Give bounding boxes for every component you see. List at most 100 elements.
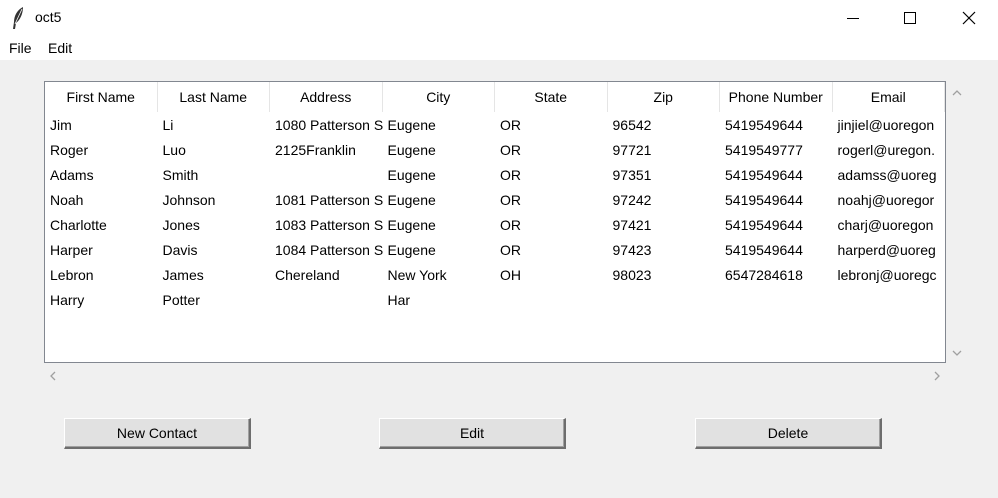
cell-phone: 5419549644 [725, 242, 803, 258]
table-row[interactable]: Roger Luo 2125Franklin Eugene OR 97721 5… [45, 138, 945, 163]
cell-address: 1084 Patterson St [275, 242, 383, 258]
cell-zip: 97423 [612, 242, 652, 258]
cell-address: 1083 Patterson St [275, 217, 383, 233]
cell-email: rogerl@uregon. [837, 142, 936, 158]
cell-address: 1081 Patterson St [275, 192, 383, 208]
menu-bar: File Edit [0, 36, 998, 60]
cell-email: harperd@uoreg [837, 242, 936, 258]
cell-zip: 97351 [612, 167, 652, 183]
cell-email: lebronj@uoregc [837, 267, 937, 283]
cell-email: adamss@uoreg [837, 167, 937, 183]
menu-file[interactable]: File [9, 40, 32, 56]
table-body: Jim Li 1080 Patterson St Eugene OR 96542… [45, 113, 945, 313]
edit-button[interactable]: Edit [379, 418, 566, 449]
cell-last-name: Smith [162, 167, 199, 183]
delete-button[interactable]: Delete [695, 418, 882, 449]
cell-last-name: Luo [162, 142, 186, 158]
cell-zip: 96542 [612, 117, 652, 133]
table-row[interactable]: Charlotte Jones 1083 Patterson St Eugene… [45, 213, 945, 238]
cell-last-name: Davis [162, 242, 198, 258]
cell-first-name: Harry [50, 292, 85, 308]
cell-phone: 5419549644 [725, 167, 803, 183]
cell-last-name: Jones [162, 217, 200, 233]
cell-first-name: Roger [50, 142, 89, 158]
cell-phone: 5419549644 [725, 192, 803, 208]
cell-first-name: Jim [50, 117, 72, 133]
cell-zip [608, 288, 721, 313]
table-row[interactable]: Adams Smith Eugene OR 97351 5419549644 a… [45, 163, 945, 188]
cell-city: Eugene [387, 217, 436, 233]
cell-address [270, 163, 383, 188]
cell-zip: 98023 [612, 267, 652, 283]
cell-email: jinjiel@uoregon [837, 117, 935, 133]
cell-zip: 97721 [612, 142, 652, 158]
cell-city: Eugene [387, 142, 436, 158]
cell-last-name: Li [162, 117, 174, 133]
table-row[interactable]: Harper Davis 1084 Patterson St Eugene OR… [45, 238, 945, 263]
cell-zip: 97421 [612, 217, 652, 233]
scroll-left-icon[interactable] [47, 370, 59, 382]
cell-first-name: Noah [50, 192, 84, 208]
cell-first-name: Lebron [50, 267, 94, 283]
minimize-icon [847, 18, 859, 19]
close-button[interactable] [946, 0, 992, 36]
title-bar: oct5 [0, 0, 998, 36]
contacts-table[interactable]: First Name Last Name Address City State … [44, 81, 946, 363]
cell-city: New York [387, 267, 447, 283]
column-header-address[interactable]: Address [270, 82, 383, 112]
cell-last-name: Johnson [162, 192, 216, 208]
cell-state: OR [500, 242, 521, 258]
column-header-email[interactable]: Email [833, 82, 945, 112]
cell-city: Eugene [387, 192, 436, 208]
cell-phone: 5419549644 [725, 217, 803, 233]
table-header: First Name Last Name Address City State … [45, 82, 945, 112]
new-contact-button[interactable]: New Contact [64, 418, 251, 449]
cell-address: 1080 Patterson St [275, 117, 383, 133]
minimize-button[interactable] [830, 0, 876, 36]
cell-city: Eugene [387, 117, 436, 133]
cell-state: OR [500, 142, 521, 158]
cell-address: 2125Franklin [275, 142, 356, 158]
cell-first-name: Charlotte [50, 217, 107, 233]
cell-address: Chereland [275, 267, 340, 283]
cell-state: OR [500, 217, 521, 233]
cell-city: Eugene [387, 167, 436, 183]
scroll-down-icon[interactable] [951, 347, 963, 359]
cell-phone: 5419549644 [725, 117, 803, 133]
table-row[interactable]: Harry Potter Har [45, 288, 945, 313]
column-header-state[interactable]: State [495, 82, 608, 112]
close-icon [962, 11, 976, 25]
cell-phone [720, 288, 833, 313]
window-title: oct5 [35, 9, 62, 25]
cell-address [270, 288, 383, 313]
cell-first-name: Harper [50, 242, 93, 258]
table-row[interactable]: Jim Li 1080 Patterson St Eugene OR 96542… [45, 113, 945, 138]
cell-email [833, 288, 946, 313]
cell-first-name: Adams [50, 167, 94, 183]
column-header-zip[interactable]: Zip [608, 82, 720, 112]
cell-zip: 97242 [612, 192, 652, 208]
column-header-phone-number[interactable]: Phone Number [720, 82, 833, 112]
menu-edit[interactable]: Edit [48, 40, 72, 56]
maximize-icon [904, 12, 916, 24]
cell-phone: 5419549777 [725, 142, 803, 158]
cell-city: Har [387, 292, 411, 308]
column-header-last-name[interactable]: Last Name [158, 82, 270, 112]
cell-last-name: Potter [162, 292, 200, 308]
maximize-button[interactable] [887, 0, 933, 36]
cell-state: OH [500, 267, 521, 283]
cell-last-name: James [162, 267, 204, 283]
cell-state: OR [500, 167, 521, 183]
scroll-right-icon[interactable] [931, 370, 943, 382]
cell-state: OR [500, 192, 521, 208]
scroll-up-icon[interactable] [951, 87, 963, 99]
feather-icon [13, 7, 23, 29]
column-header-city[interactable]: City [383, 82, 495, 112]
column-header-first-name[interactable]: First Name [45, 82, 158, 112]
cell-state: OR [500, 117, 521, 133]
cell-state [495, 288, 608, 313]
table-row[interactable]: Lebron James Chereland New York OH 98023… [45, 263, 945, 288]
cell-email: noahj@uoregor [837, 192, 935, 208]
cell-city: Eugene [387, 242, 436, 258]
table-row[interactable]: Noah Johnson 1081 Patterson St Eugene OR… [45, 188, 945, 213]
